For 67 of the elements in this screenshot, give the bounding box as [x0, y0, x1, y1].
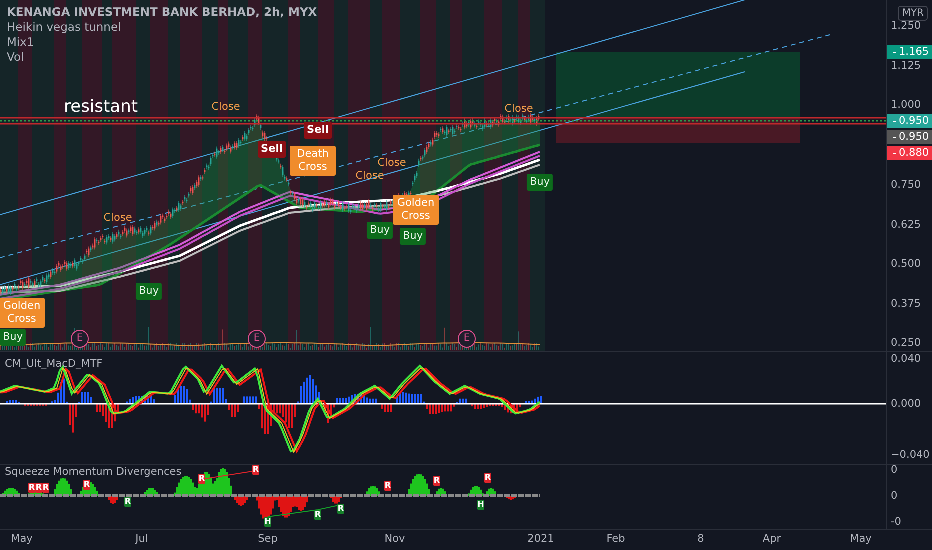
divergence-marker: R [28, 483, 36, 493]
divergence-marker: R [314, 510, 322, 520]
divergence-marker: R [484, 473, 492, 483]
price-tick: 0.375 [891, 298, 922, 310]
time-tick: Nov [384, 533, 406, 545]
price-tick: 0.750 [891, 179, 922, 191]
price-badge: 0.950 [887, 114, 932, 128]
buy-signal-tag: Buy [366, 222, 394, 239]
divergence-marker: H [264, 517, 272, 527]
resistance-label: resistant [64, 97, 138, 117]
time-tick: Feb [606, 533, 626, 545]
time-tick: 8 [698, 533, 704, 545]
cross-signal-tag: Golden Cross [393, 195, 439, 225]
divergence-marker: R [84, 480, 90, 490]
divergence-marker: R [384, 481, 392, 491]
earnings-marker: E [71, 330, 89, 348]
close-signal-label: Close [210, 101, 242, 114]
price-tick: 1.000 [891, 99, 922, 111]
divergence-marker: R [42, 483, 50, 493]
price-tick: 1.250 [891, 20, 922, 32]
pane-title: CM_Ult_MacD_MTF [5, 358, 103, 370]
buy-signal-tag: Buy [526, 174, 554, 191]
time-tick: May [850, 533, 872, 545]
chart-title: KENANGA INVESTMENT BANK BERHAD, 2h, MYX [7, 5, 318, 19]
earnings-marker: E [458, 330, 476, 348]
pane-title: Squeeze Momentum Divergences [5, 466, 182, 478]
indicator-name: Vol [7, 50, 26, 64]
price-tick: 0.250 [891, 337, 922, 349]
divergence-marker: R [434, 476, 440, 486]
divergence-marker: R [36, 483, 42, 493]
earnings-marker: E [248, 330, 266, 348]
buy-signal-tag: Buy [136, 283, 162, 300]
close-signal-label: Close [376, 157, 408, 170]
value-tick: 0.040 [891, 353, 922, 365]
buy-signal-tag: Buy [400, 228, 426, 245]
value-tick: −0.040 [891, 449, 930, 461]
time-tick: 2021 [528, 533, 554, 545]
divergence-marker: R [252, 465, 260, 475]
divergence-marker: R [198, 474, 206, 484]
close-signal-label: Close [102, 212, 134, 225]
sell-signal-tag: Sell [304, 122, 332, 139]
indicator-name: Heikin vegas tunnel [7, 20, 122, 34]
time-tick: Jul [136, 533, 148, 545]
price-badge: 1.165 [887, 45, 932, 59]
price-tick: 1.125 [891, 60, 922, 72]
value-tick: 0 [891, 490, 898, 502]
divergence-marker: R [338, 504, 344, 514]
currency-label: MYR [898, 6, 928, 21]
divergence-marker: H [478, 500, 484, 510]
value-tick: 0 [891, 464, 898, 476]
indicator-name: Mix1 [7, 35, 36, 49]
divergence-marker: R [124, 497, 132, 507]
time-tick: Apr [762, 533, 782, 545]
value-tick: 0.000 [891, 398, 922, 410]
sell-signal-tag: Sell [258, 141, 286, 158]
value-tick: -0 [891, 516, 902, 528]
time-tick: Sep [258, 533, 278, 545]
price-badge: 0.950 [887, 130, 932, 144]
cross-signal-tag: Death Cross [290, 146, 336, 176]
price-badge: 0.880 [887, 146, 932, 160]
price-tick: 0.500 [891, 258, 922, 270]
close-signal-label: Close [504, 103, 534, 116]
cross-signal-tag: Golden Cross [0, 298, 45, 328]
price-tick: 0.625 [891, 219, 922, 231]
buy-signal-tag: Buy [0, 329, 26, 346]
time-tick: May [11, 533, 33, 545]
close-signal-label: Close [354, 170, 386, 183]
